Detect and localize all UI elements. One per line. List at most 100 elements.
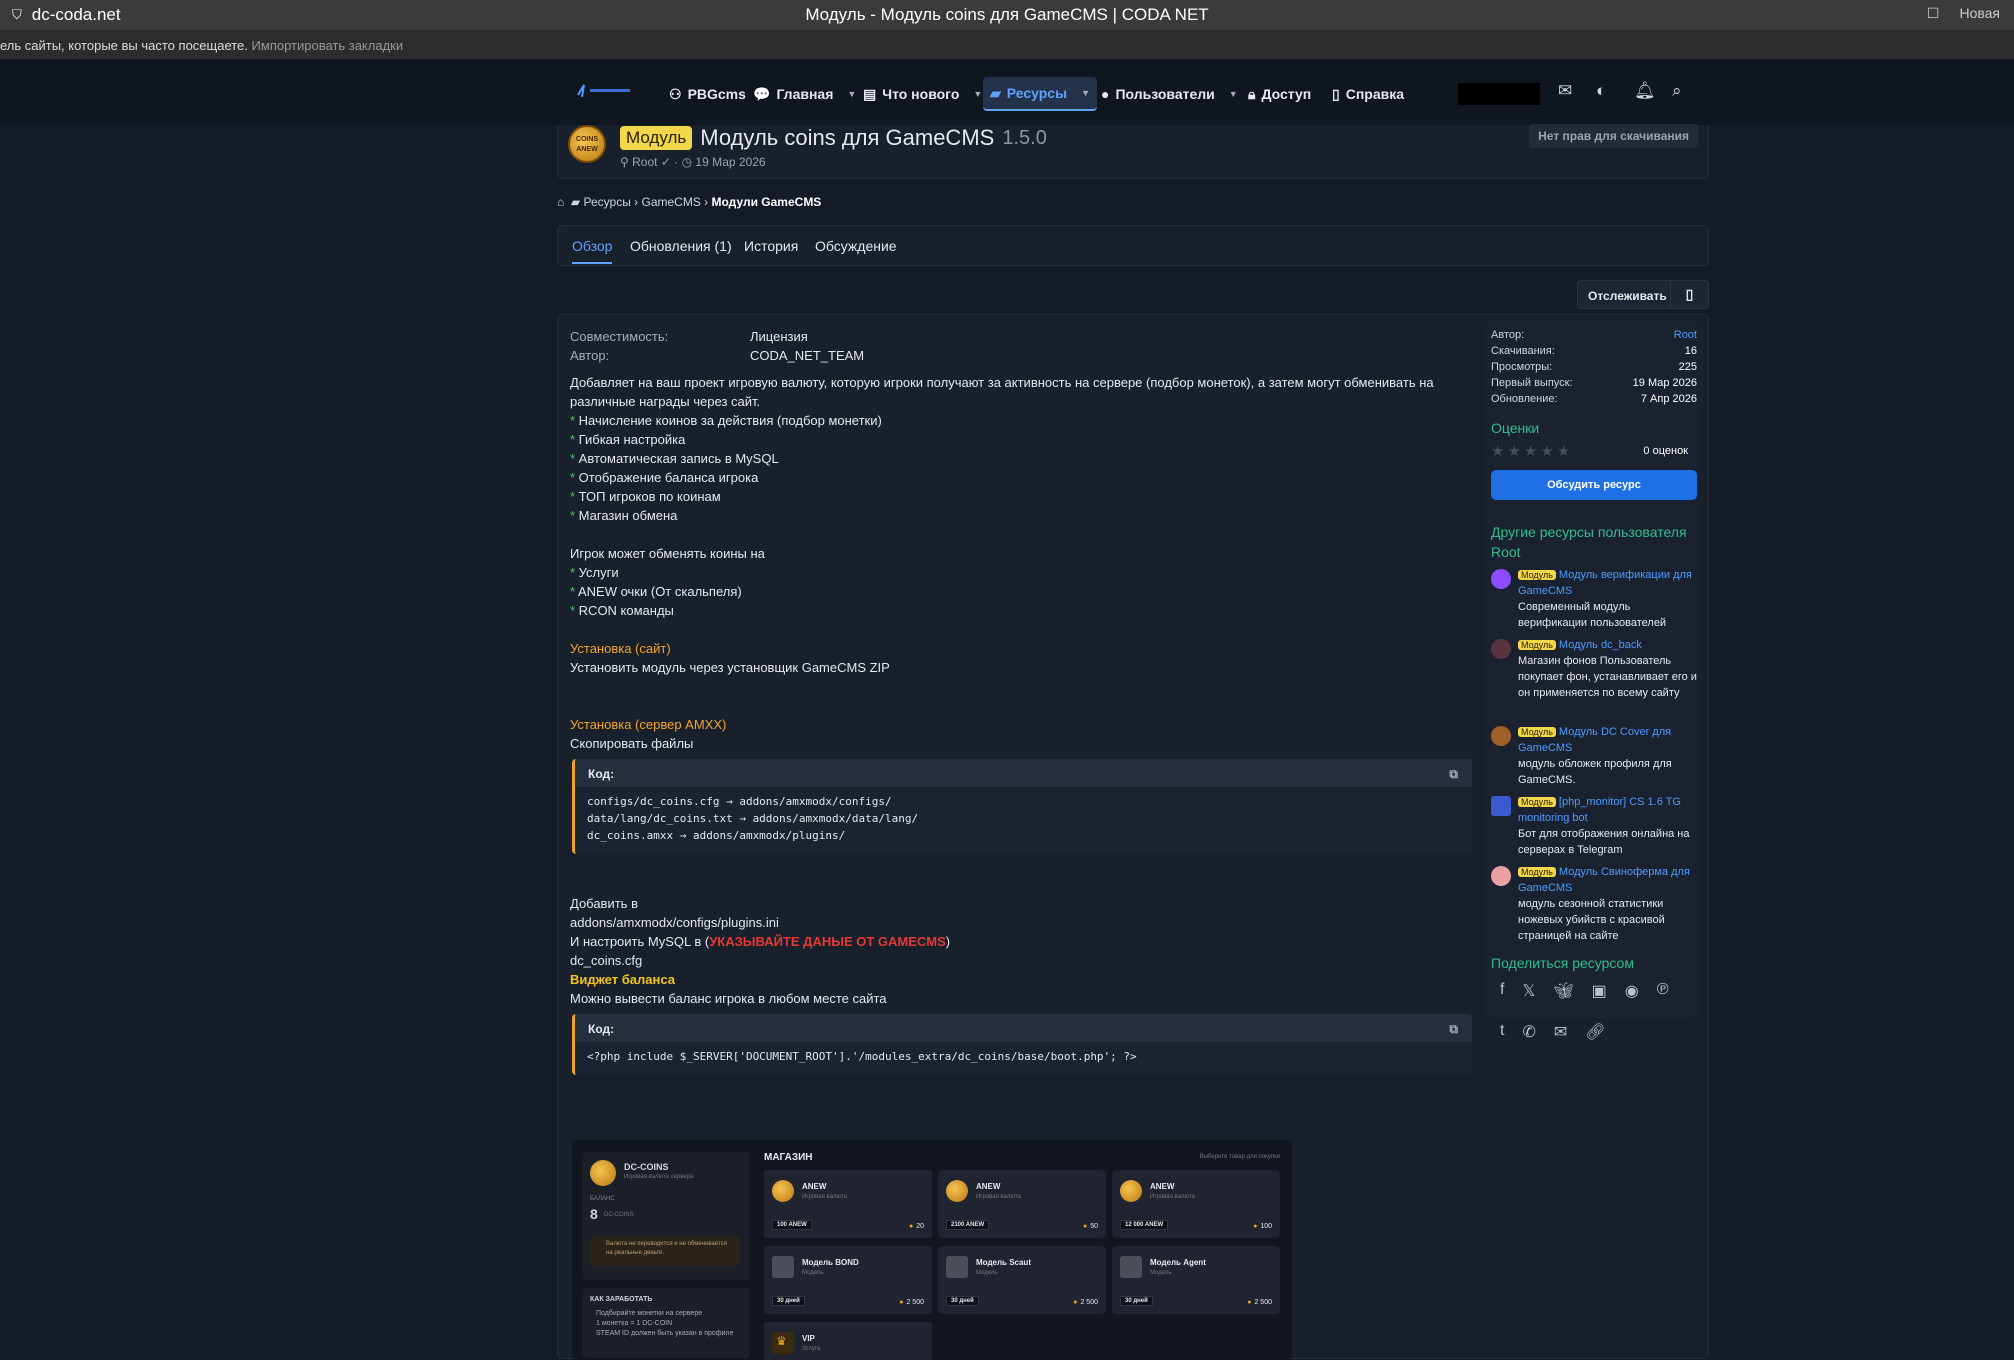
nav-help[interactable]: ▯ Справка — [1325, 77, 1411, 111]
prefix-badge: Модуль — [1518, 640, 1556, 650]
rating-stars: ★★★★★ — [1491, 442, 1573, 460]
nav-label: Ресурсы — [1006, 85, 1068, 101]
prefix-badge: Модуль — [1518, 727, 1556, 737]
nav-label: PBGcms — [687, 86, 746, 102]
facebook-icon[interactable]: f — [1500, 981, 1504, 1001]
author-link[interactable]: Root — [1674, 329, 1697, 341]
site-navbar: ⚇ PBGcms 💬 Главная ▼ ▤ Что нового ▼ ▰ Ресурсы ▼… — [0, 59, 2014, 125]
resource-header: COINS ANEW Модуль Модуль coins для GameC… — [557, 124, 1709, 179]
copy-icon[interactable]: ⧉ — [1449, 765, 1458, 784]
pig-icon — [1491, 866, 1511, 886]
chevron-down-icon[interactable]: ▼ — [1229, 89, 1238, 99]
reddit-icon[interactable]: ◉ — [1625, 981, 1639, 1001]
folder-icon: ▰ — [570, 195, 581, 209]
linkedin-icon[interactable]: ▣ — [1592, 981, 1607, 1001]
nav-access[interactable]: 🔒︎ Доступ — [1241, 77, 1318, 111]
chevron-down-icon[interactable]: ▼ — [973, 89, 982, 99]
code-header: Код: ⧉ — [575, 759, 1472, 787]
exchange-title: Игрок может обменять коины на — [570, 546, 765, 561]
star-icon: ★ — [1491, 443, 1508, 460]
shop-item[interactable]: ANEWИгровая валюта2100 ANEW50 — [938, 1170, 1106, 1238]
widget-text: Можно вывести баланс игрока в любом мест… — [570, 991, 887, 1006]
bell-icon[interactable]: 🔔︎ — [1634, 81, 1656, 101]
field-value: Лицензия — [750, 329, 808, 344]
breadcrumb-current[interactable]: Модули GameCMS — [712, 195, 822, 209]
watch-button[interactable]: Отслеживать ▯ — [1577, 280, 1709, 309]
window-title: Модуль - Модуль coins для GameCMS | CODA… — [805, 5, 1209, 24]
tab-updates[interactable]: Обновления (1) — [630, 238, 732, 254]
coin-icon — [772, 1180, 794, 1202]
bluesky-icon[interactable]: 🦋︎ — [1553, 981, 1573, 1001]
chevron-down-icon[interactable]: ▼ — [1081, 88, 1090, 98]
star-icon: ★ — [1507, 443, 1524, 460]
how-title: КАК ЗАРАБОТАТЬ — [590, 1296, 653, 1303]
breadcrumb-gamecms[interactable]: GameCMS — [642, 195, 701, 209]
resource-title: Модуль coins для GameCMS — [700, 125, 995, 150]
new-tab-label[interactable]: Новая — [1959, 5, 2000, 22]
prefix-badge: Модуль — [620, 126, 693, 150]
nav-home[interactable]: 💬 Главная ▼ — [746, 77, 863, 111]
other-resources-title: Другие ресурсы пользователя Root — [1491, 524, 1687, 560]
tab-overview[interactable]: Обзор — [572, 238, 613, 264]
other-resource-item[interactable]: Модуль Модуль DC Cover для GameCMS модуль… — [1491, 724, 1697, 788]
inbox-icon[interactable]: ✉ — [1558, 81, 1572, 101]
breadcrumb-resources[interactable]: Ресурсы — [584, 195, 631, 209]
tab-discussion[interactable]: Обсуждение — [815, 238, 897, 254]
pinterest-icon[interactable]: ℗ — [1657, 981, 1669, 1001]
email-icon[interactable]: ✉ — [1554, 1022, 1567, 1042]
theme-toggle-icon[interactable]: ◐ — [1596, 81, 1606, 101]
shop-item[interactable]: ANEWИгровая валюта100 ANEW20 — [764, 1170, 932, 1238]
coin-icon — [590, 1160, 616, 1186]
redacted-username[interactable] — [1458, 83, 1540, 105]
home-icon[interactable]: ⌂ — [557, 195, 564, 209]
nav-label: Пользователи — [1115, 86, 1215, 102]
stat-author: Автор: Root — [1491, 329, 1697, 341]
bookmark-icon[interactable]: ▯ — [1670, 281, 1708, 308]
nav-resources[interactable]: ▰ Ресурсы ▼ — [983, 77, 1097, 111]
exchange-item: * Услуги — [570, 565, 619, 580]
resource-body-card: Совместимость: Лицензия Автор: CODA_NET_TE… — [557, 314, 1709, 1360]
other-resource-item[interactable]: Модуль Модуль Свиноферма для GameCMS моду… — [1491, 864, 1697, 944]
other-resource-item[interactable]: Модуль Модуль dc_back Магазин фонов Польз… — [1491, 637, 1697, 701]
site-logo[interactable] — [574, 81, 634, 101]
bookmark-star-icon[interactable]: ☐ — [1927, 5, 1940, 22]
author-link[interactable]: Root — [632, 155, 657, 169]
x-icon[interactable]: 𝕏 — [1522, 981, 1535, 1001]
how-line: 1 монетка = 1 DC-COIN — [596, 1320, 673, 1327]
search-icon[interactable]: ⌕ — [1672, 81, 1682, 101]
chevron-down-icon[interactable]: ▼ — [847, 89, 856, 99]
no-download-button[interactable]: Нет прав для скачивания — [1529, 124, 1698, 148]
feature-item: * Автоматическая запись в MySQL — [570, 451, 779, 466]
shop-item[interactable]: Модель BONDМодель30 дней2 500 — [764, 1246, 932, 1314]
other-resource-item[interactable]: Модуль [php_monitor] CS 1.6 TG monitoring… — [1491, 794, 1697, 858]
link-icon[interactable]: 🔗︎ — [1585, 1022, 1605, 1042]
shop-brand-sub: Игровая валюта сервера — [624, 1174, 694, 1180]
code-content[interactable]: <?php include $_SERVER['DOCUMENT_ROOT'].… — [575, 1042, 1472, 1075]
shop-item[interactable]: ANEWИгровая валюта12 000 ANEW100 — [1112, 1170, 1280, 1238]
shop-item[interactable]: Модель AgentМодель30 дней2 500 — [1112, 1246, 1280, 1314]
nav-users[interactable]: ● Пользователи ▼ — [1094, 77, 1245, 111]
resource-link[interactable]: Модуль dc_back — [1559, 639, 1642, 651]
whatsapp-icon[interactable]: ✆ — [1522, 1022, 1535, 1042]
shop-screenshot[interactable]: DC-COINS Игровая валюта сервера БАЛАНС 8… — [572, 1140, 1292, 1360]
code-content[interactable]: configs/dc_coins.cfg → addons/amxmodx/co… — [575, 787, 1472, 854]
shop-balance-panel: DC-COINS Игровая валюта сервера БАЛАНС 8… — [582, 1152, 750, 1280]
nav-pbgcms[interactable]: ⚇ PBGcms — [662, 77, 753, 111]
other-resource-item[interactable]: Модуль Модуль верификации для GameCMS Сов… — [1491, 567, 1697, 631]
import-bookmarks-link[interactable]: Импортировать закладки — [252, 38, 404, 53]
nav-label: Главная — [776, 86, 834, 102]
copy-icon[interactable]: ⧉ — [1449, 1020, 1458, 1039]
how-to-earn-panel: КАК ЗАРАБОТАТЬ Подбирайте монетки на сер… — [582, 1288, 750, 1358]
shop-item[interactable]: ♛ VIP Услуга — [764, 1322, 932, 1360]
discuss-resource-button[interactable]: Обсудить ресурс — [1491, 470, 1697, 500]
coin-icon — [1120, 1180, 1142, 1202]
shop-item[interactable]: Модель ScautМодель30 дней2 500 — [938, 1246, 1106, 1314]
stat-first-release: Первый выпуск: 19 Мар 2026 — [1491, 377, 1697, 389]
shop-note: Валюта не переводится и не обменивается … — [590, 1236, 740, 1266]
resource-description: Совместимость: Лицензия Автор: CODA_NET_TE… — [570, 327, 1472, 1075]
nav-whats-new[interactable]: ▤ Что нового ▼ — [856, 77, 989, 111]
tumblr-icon[interactable]: t — [1500, 1022, 1504, 1042]
crown-icon: ♛ — [772, 1332, 794, 1354]
coin-icon — [946, 1180, 968, 1202]
tab-history[interactable]: История — [744, 238, 798, 254]
